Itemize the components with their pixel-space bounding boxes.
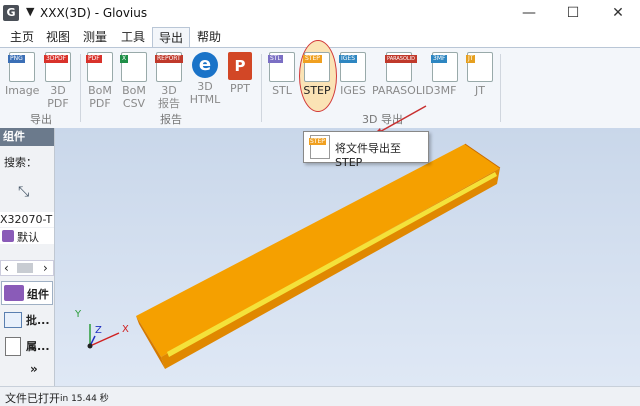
ribbon-separator <box>500 54 501 122</box>
stl-button[interactable]: STL STL <box>265 52 299 97</box>
search-label: 搜索： <box>4 156 37 169</box>
components-icon <box>4 285 24 301</box>
jt-icon: JT <box>466 52 493 82</box>
config-icon <box>2 230 14 242</box>
pdf-3d-icon: 3DPDF <box>44 52 71 82</box>
report-3d-icon: REPORT <box>155 52 183 82</box>
axis-origin <box>87 343 93 349</box>
batch-icon <box>4 312 22 328</box>
minimize-button[interactable]: — <box>507 0 551 27</box>
image-export-button[interactable]: PNG Image <box>5 52 39 97</box>
3d-html-button[interactable]: e 3D HTML <box>188 52 222 106</box>
image-export-icon: PNG <box>8 52 35 82</box>
collapse-icon[interactable]: ⤡ <box>18 184 29 200</box>
ppt-button[interactable]: P PPT <box>223 52 257 95</box>
3d-report-button[interactable]: REPORT 3D 报告 <box>152 52 186 110</box>
horizontal-scrollbar[interactable]: ‹ › <box>0 260 54 276</box>
ribbon-separator <box>80 54 81 122</box>
tab-properties-label: 属... <box>26 340 50 353</box>
step-button[interactable]: STEP STEP <box>300 52 334 97</box>
group-label-export: 导出 <box>30 113 52 126</box>
ribbon-separator <box>261 54 262 122</box>
tab-batch[interactable]: 批... <box>1 308 53 332</box>
tab-components-label: 组件 <box>27 288 49 301</box>
status-text: 文件已打开 <box>5 392 60 405</box>
x-axis-label: X <box>122 324 129 335</box>
menu-measure[interactable]: 测量 <box>77 27 113 47</box>
stl-icon: STL <box>268 52 295 82</box>
window-title: XXX(3D) - Glovius <box>40 6 148 20</box>
panel-header: 组件 <box>0 128 54 146</box>
3mf-icon: 3MF <box>431 52 458 82</box>
maximize-button[interactable]: ☐ <box>551 0 595 27</box>
quick-access-dropdown-icon[interactable]: ▼ <box>26 5 34 18</box>
html-3d-icon: e <box>192 52 218 78</box>
ppt-icon: P <box>228 52 252 80</box>
app-icon[interactable]: G <box>3 5 19 21</box>
iges-button[interactable]: IGES IGES <box>336 52 370 97</box>
tab-components[interactable]: 组件 <box>1 281 53 305</box>
menu-tools[interactable]: 工具 <box>115 27 151 47</box>
status-bar: 文件已打开 in 15.44 秒 <box>0 386 640 406</box>
default-config-item[interactable]: 默认 <box>0 228 54 244</box>
group-label-report: 报告 <box>160 113 182 126</box>
more-tabs-icon[interactable]: » <box>30 362 38 376</box>
close-button[interactable]: ✕ <box>596 0 640 27</box>
step-tooltip-icon: STEP <box>309 135 330 159</box>
part-stripe <box>167 172 497 357</box>
status-detail: in 15.44 秒 <box>60 394 109 404</box>
step-icon: STEP <box>303 52 330 82</box>
step-tooltip-text: 将文件导出至 STEP <box>335 142 401 169</box>
bom-pdf-button[interactable]: PDF BoM PDF <box>83 52 117 110</box>
properties-icon <box>5 337 21 356</box>
tab-properties[interactable]: 属... <box>1 334 53 358</box>
y-axis-label: Y <box>75 309 82 320</box>
bom-csv-icon: X <box>120 52 147 82</box>
menu-view[interactable]: 视图 <box>40 27 76 47</box>
jt-button[interactable]: JT JT <box>463 52 497 97</box>
scroll-right-icon[interactable]: › <box>43 261 48 275</box>
menu-home[interactable]: 主页 <box>4 27 40 47</box>
z-axis-label: Z <box>95 325 102 336</box>
3mf-button[interactable]: 3MF 3MF <box>428 52 462 97</box>
bom-pdf-icon: PDF <box>86 52 113 82</box>
parasolid-button[interactable]: PARASOLID PARASOLID <box>372 52 434 97</box>
scroll-left-icon[interactable]: ‹ <box>4 261 9 275</box>
parasolid-icon: PARASOLID <box>385 52 418 82</box>
bom-csv-button[interactable]: X BoM CSV <box>117 52 151 110</box>
tab-batch-label: 批... <box>26 314 50 327</box>
components-panel: 组件 搜索： ⤡ X32070-T 默认 ‹ › 组件 批... 属... » <box>0 128 55 386</box>
step-tooltip: STEP 将文件导出至 STEP <box>303 131 429 169</box>
default-config-label: 默认 <box>17 231 39 244</box>
part-top-face <box>136 144 500 357</box>
menu-export[interactable]: 导出 <box>152 27 191 47</box>
menu-help[interactable]: 帮助 <box>191 27 227 47</box>
scroll-thumb[interactable] <box>17 263 33 273</box>
ribbon: PNG Image 3DPDF 3D PDF PDF BoM PDF X BoM… <box>0 40 640 129</box>
3d-pdf-button[interactable]: 3DPDF 3D PDF <box>41 52 75 110</box>
iges-icon: IGES <box>339 52 366 82</box>
title-bar: G ▼ XXX(3D) - Glovius — ☐ ✕ <box>0 0 640 27</box>
assembly-name[interactable]: X32070-T <box>0 212 54 227</box>
